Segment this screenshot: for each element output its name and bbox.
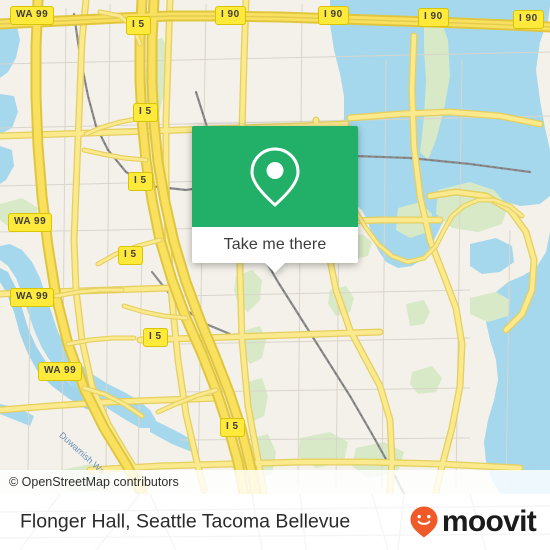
highway-shield: I 5	[126, 16, 151, 35]
moovit-wordmark: moovit	[441, 505, 537, 538]
highway-shield: I 5	[133, 103, 158, 122]
highway-shield: I 90	[513, 10, 544, 29]
footer-bar: Flonger Hall, Seattle Tacoma Bellevue mo…	[0, 494, 550, 550]
highway-shield: I 5	[118, 246, 143, 265]
map-canvas[interactable]: WA 99 I 5 I 90 I 90 I 90 I 90 I 5 I 5 WA 99 I 5 WA…	[0, 0, 550, 494]
highway-shield: WA 99	[10, 288, 55, 307]
highway-shield: WA 99	[38, 362, 83, 381]
osm-attribution-text[interactable]: © OpenStreetMap contributors	[9, 476, 179, 489]
place-title: Flonger Hall, Seattle Tacoma Bellevue	[20, 510, 351, 533]
screenshot-root: WA 99 I 5 I 90 I 90 I 90 I 90 I 5 I 5 WA 99 I 5 WA…	[0, 0, 550, 550]
callout-footer[interactable]: Take me there	[192, 227, 358, 273]
map-pin-icon	[250, 147, 300, 206]
highway-shield: I 5	[128, 172, 153, 191]
map-attribution-bar: © OpenStreetMap contributors	[0, 470, 550, 494]
moovit-brand[interactable]: moovit	[409, 505, 537, 539]
highway-shield: WA 99	[10, 6, 55, 25]
highway-shield: I 90	[215, 6, 246, 25]
highway-shield: I 90	[318, 6, 349, 25]
highway-shield: WA 99	[8, 213, 53, 232]
highway-shield: I 90	[418, 8, 449, 27]
callout-pointer-tail	[264, 262, 286, 273]
callout-label: Take me there	[223, 236, 327, 253]
callout-header	[192, 126, 358, 227]
highway-shield: I 5	[143, 328, 168, 347]
take-me-there-callout[interactable]: Take me there	[192, 126, 358, 273]
highway-shield: I 5	[220, 418, 245, 437]
moovit-pin-icon	[410, 506, 438, 538]
